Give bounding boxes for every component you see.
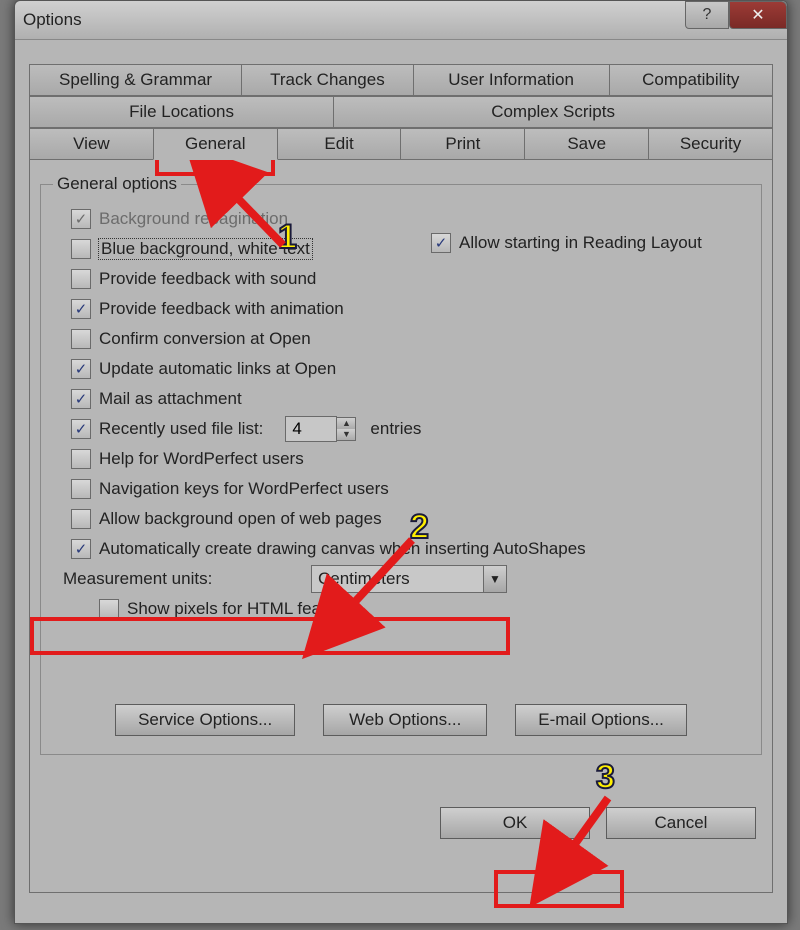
checkbox-confirm-conv-row: Confirm conversion at Open xyxy=(71,324,749,354)
email-options-button[interactable]: E-mail Options... xyxy=(515,704,687,736)
options-dialog: Options ? ✕ Spelling & Grammar Track Cha… xyxy=(14,0,788,924)
measurement-dropdown-button[interactable]: ▼ xyxy=(484,565,507,593)
chevron-down-icon: ▼ xyxy=(489,572,501,586)
checkbox-mail-attach-label: Mail as attachment xyxy=(99,389,242,409)
checkbox-help-wp-row: Help for WordPerfect users xyxy=(71,444,749,474)
options-button-row: Service Options... Web Options... E-mail… xyxy=(53,704,749,736)
checkbox-bg-repag-label: Background repagination xyxy=(99,209,288,229)
checkbox-recent-list-row: ✓ Recently used file list: ▲ ▼ entries xyxy=(71,414,749,444)
checkbox-reading-layout-label: Allow starting in Reading Layout xyxy=(459,233,702,253)
ok-button[interactable]: OK xyxy=(440,807,590,839)
checkbox-feedback-sound-row: Provide feedback with sound xyxy=(71,264,749,294)
checkbox-reading-layout-row: ✓ Allow starting in Reading Layout xyxy=(431,228,702,258)
help-button[interactable]: ? xyxy=(685,1,729,29)
checkbox-auto-canvas-row: ✓ Automatically create drawing canvas wh… xyxy=(71,534,749,564)
tab-general[interactable]: General xyxy=(153,128,278,160)
checkbox-confirm-conv-label: Confirm conversion at Open xyxy=(99,329,311,349)
checkbox-bg-web-row: Allow background open of web pages xyxy=(71,504,749,534)
tab-save[interactable]: Save xyxy=(524,128,649,160)
tab-user-information[interactable]: User Information xyxy=(413,64,610,96)
checkbox-blue-bg[interactable] xyxy=(71,239,91,259)
checkbox-bg-web-label: Allow background open of web pages xyxy=(99,509,382,529)
tab-strip: Spelling & Grammar Track Changes User In… xyxy=(29,64,773,160)
checkbox-mail-attach[interactable]: ✓ xyxy=(71,389,91,409)
checkbox-recent-list-label: Recently used file list: xyxy=(99,419,263,439)
help-icon: ? xyxy=(703,6,712,24)
left-column: ✓ Background repagination Blue backgroun… xyxy=(71,204,749,624)
general-options-legend: General options xyxy=(53,174,181,194)
checkbox-help-wp[interactable] xyxy=(71,449,91,469)
tab-row-2: File Locations Complex Scripts xyxy=(29,96,773,128)
titlebar: Options ? ✕ xyxy=(15,1,787,40)
recent-entries-spinner: ▲ ▼ xyxy=(285,416,356,442)
checkbox-blue-bg-label: Blue background, white text xyxy=(99,239,312,259)
checkbox-confirm-conv[interactable] xyxy=(71,329,91,349)
measurement-select-value: Centimeters xyxy=(311,565,484,593)
checkbox-show-pixels-label: Show pixels for HTML features xyxy=(127,599,359,619)
tab-row-1: Spelling & Grammar Track Changes User In… xyxy=(29,64,773,96)
checkbox-auto-canvas-label: Automatically create drawing canvas when… xyxy=(99,539,586,559)
checkbox-bg-web[interactable] xyxy=(71,509,91,529)
cancel-button[interactable]: Cancel xyxy=(606,807,756,839)
checkbox-mail-attach-row: ✓ Mail as attachment xyxy=(71,384,749,414)
measurement-label: Measurement units: xyxy=(63,569,311,589)
recent-entries-spin-buttons[interactable]: ▲ ▼ xyxy=(337,417,356,441)
right-column: ✓ Allow starting in Reading Layout xyxy=(431,228,702,258)
tab-panel-general: General options ✓ Allow starting in Read… xyxy=(29,160,773,893)
checkbox-feedback-anim[interactable]: ✓ xyxy=(71,299,91,319)
dialog-title: Options xyxy=(23,10,685,30)
recent-entries-input[interactable] xyxy=(285,416,337,442)
spin-down-icon: ▼ xyxy=(337,429,355,440)
measurement-select[interactable]: Centimeters ▼ xyxy=(311,566,507,592)
measurement-row: Measurement units: Centimeters ▼ xyxy=(63,564,749,594)
close-button[interactable]: ✕ xyxy=(729,1,787,29)
checkbox-nav-wp-label: Navigation keys for WordPerfect users xyxy=(99,479,389,499)
checkbox-show-pixels[interactable] xyxy=(99,599,119,619)
tab-security[interactable]: Security xyxy=(648,128,773,160)
checkbox-feedback-sound[interactable] xyxy=(71,269,91,289)
tab-track-changes[interactable]: Track Changes xyxy=(241,64,414,96)
checkbox-update-links-label: Update automatic links at Open xyxy=(99,359,336,379)
checkbox-auto-canvas[interactable]: ✓ xyxy=(71,539,91,559)
checkbox-bg-repag: ✓ xyxy=(71,209,91,229)
checkbox-show-pixels-row: Show pixels for HTML features xyxy=(99,594,749,624)
web-options-button[interactable]: Web Options... xyxy=(323,704,487,736)
service-options-button[interactable]: Service Options... xyxy=(115,704,295,736)
tab-view[interactable]: View xyxy=(29,128,154,160)
general-options-group: General options ✓ Allow starting in Read… xyxy=(40,174,762,755)
tab-row-3: View General Edit Print Save Security xyxy=(29,128,773,160)
tab-edit[interactable]: Edit xyxy=(277,128,402,160)
checkbox-feedback-sound-label: Provide feedback with sound xyxy=(99,269,316,289)
checkbox-nav-wp[interactable] xyxy=(71,479,91,499)
checkbox-reading-layout[interactable]: ✓ xyxy=(431,233,451,253)
checkbox-help-wp-label: Help for WordPerfect users xyxy=(99,449,304,469)
checkbox-nav-wp-row: Navigation keys for WordPerfect users xyxy=(71,474,749,504)
tab-print[interactable]: Print xyxy=(400,128,525,160)
checkbox-feedback-anim-label: Provide feedback with animation xyxy=(99,299,344,319)
dialog-footer: OK Cancel xyxy=(30,807,756,839)
checkbox-feedback-anim-row: ✓ Provide feedback with animation xyxy=(71,294,749,324)
tab-spelling-grammar[interactable]: Spelling & Grammar xyxy=(29,64,242,96)
checkbox-update-links-row: ✓ Update automatic links at Open xyxy=(71,354,749,384)
spin-up-icon: ▲ xyxy=(337,418,355,429)
tab-complex-scripts[interactable]: Complex Scripts xyxy=(333,96,773,128)
checkbox-recent-list[interactable]: ✓ xyxy=(71,419,91,439)
close-icon: ✕ xyxy=(751,5,764,25)
checkbox-update-links[interactable]: ✓ xyxy=(71,359,91,379)
recent-entries-suffix: entries xyxy=(370,419,421,439)
tab-file-locations[interactable]: File Locations xyxy=(29,96,334,128)
tab-compatibility[interactable]: Compatibility xyxy=(609,64,773,96)
